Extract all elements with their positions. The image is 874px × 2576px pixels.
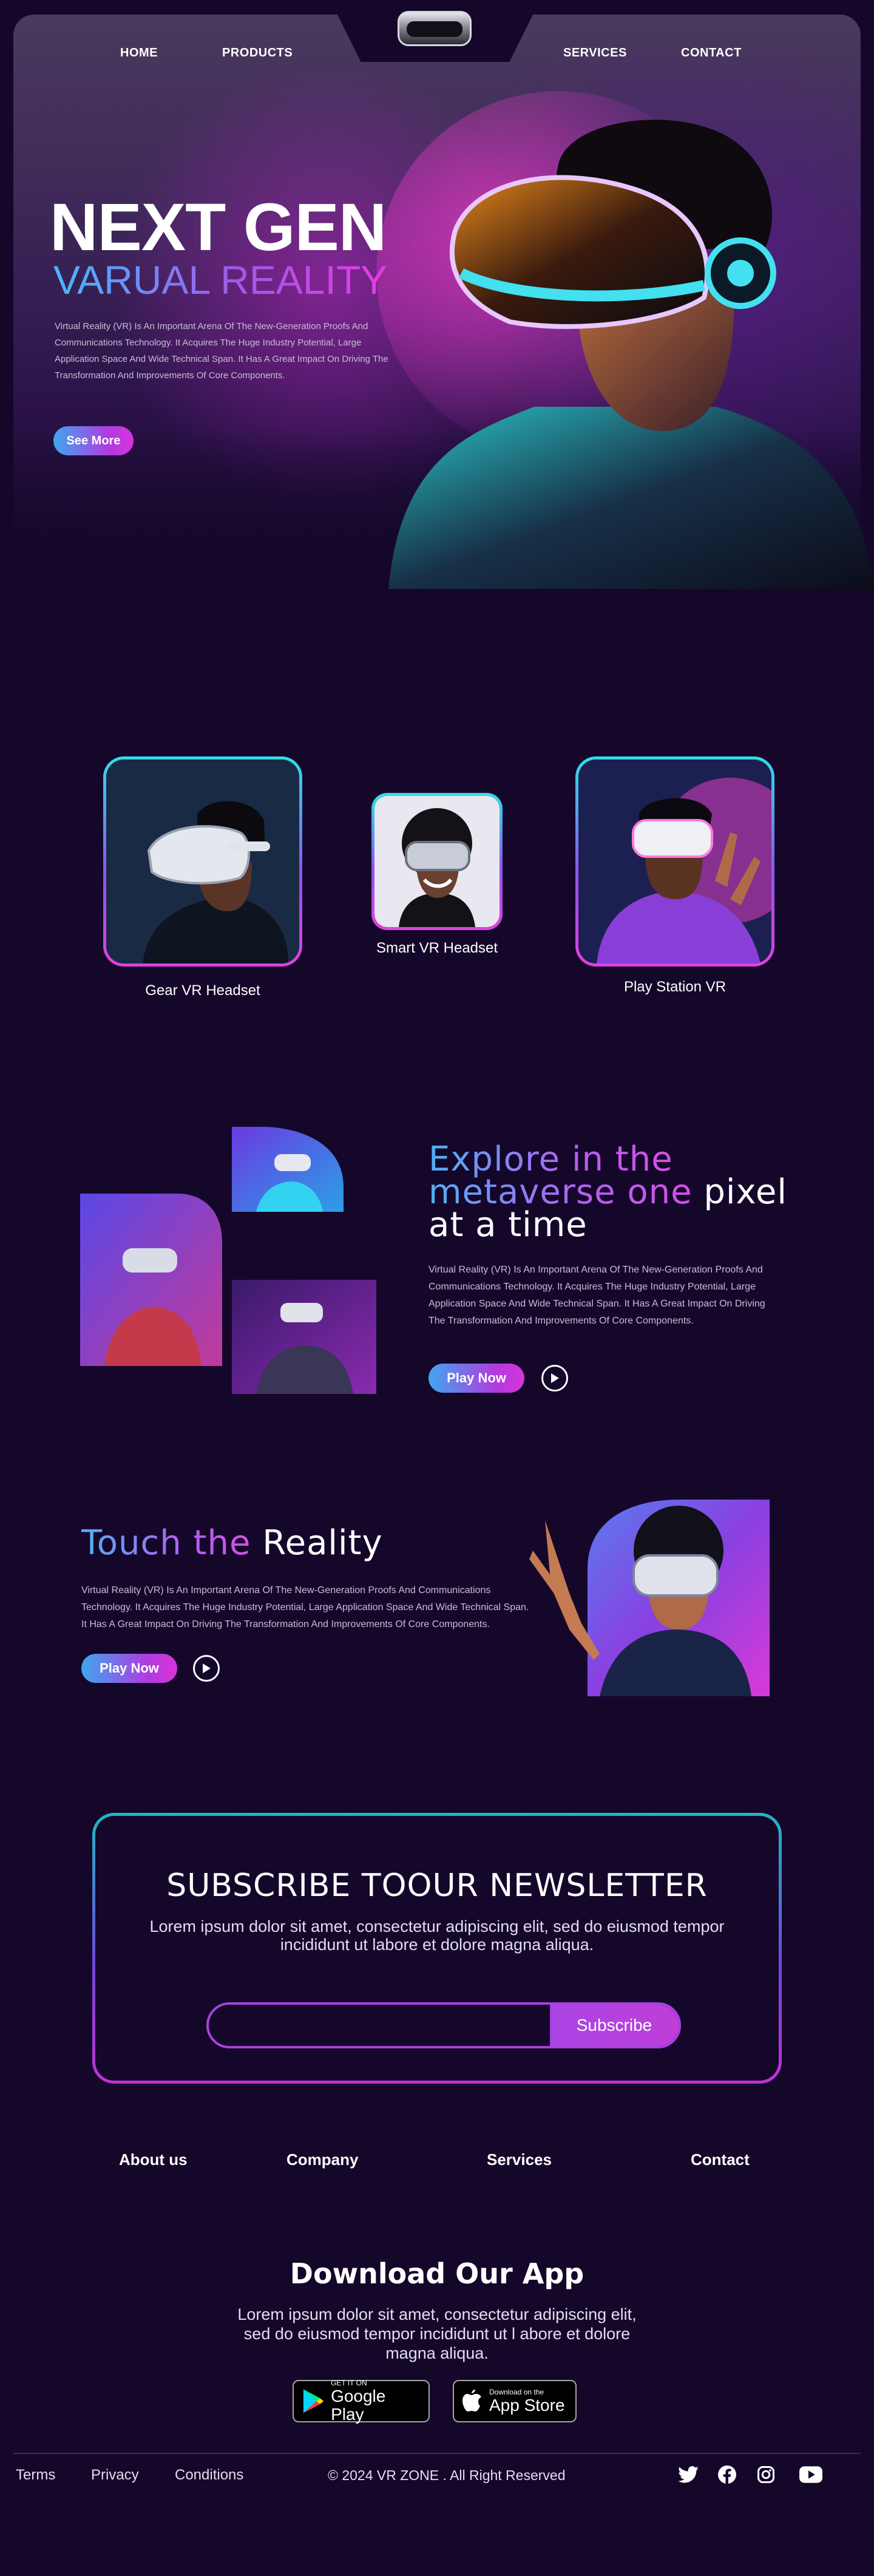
product-card-playstation-vr[interactable] <box>575 756 774 967</box>
nav-services[interactable]: SERVICES <box>563 46 627 60</box>
nav-products[interactable]: PRODUCTS <box>222 46 293 60</box>
product-label-playstation-vr: Play Station VR <box>623 979 727 995</box>
youtube-icon[interactable] <box>799 2462 823 2487</box>
product-card-smart-vr[interactable] <box>371 793 503 930</box>
touch-reality-image <box>529 1500 770 1696</box>
twitter-icon[interactable] <box>676 2462 700 2487</box>
vr-headset-logo[interactable] <box>398 11 472 46</box>
hero-title: NEXT GEN <box>50 190 387 265</box>
footer-divider <box>13 2453 861 2454</box>
google-play-big-text: Google Play <box>331 2387 386 2424</box>
footer-about-link[interactable]: About us <box>119 2150 188 2169</box>
product-label-smart-vr: Smart VR Headset <box>376 940 498 956</box>
footer-services-link[interactable]: Services <box>487 2150 552 2169</box>
conditions-link[interactable]: Conditions <box>175 2467 243 2484</box>
logo-lens <box>407 21 462 37</box>
gear-vr-image <box>106 760 299 963</box>
footer-contact-link[interactable]: Contact <box>691 2150 750 2169</box>
facebook-icon[interactable] <box>715 2462 739 2487</box>
copyright-text: © 2024 VR ZONE . All Right Reserved <box>328 2467 566 2483</box>
google-play-icon <box>303 2389 324 2413</box>
terms-link[interactable]: Terms <box>16 2467 55 2484</box>
touch-title-part1: Touch the <box>81 1523 251 1563</box>
smart-vr-image <box>374 796 500 927</box>
explore-image-collage <box>80 1127 376 1394</box>
explore-title-part3: pixel <box>703 1172 787 1212</box>
explore-title-line1: Explore in the <box>429 1143 673 1177</box>
google-play-button[interactable]: GET IT ON Google Play <box>293 2379 430 2424</box>
product-card-gear-vr[interactable] <box>103 756 302 967</box>
touch-title-part2: Reality <box>262 1523 383 1563</box>
playstation-vr-image <box>578 760 771 963</box>
explore-play-now-button[interactable]: Play Now <box>429 1364 524 1393</box>
instagram-icon[interactable] <box>754 2462 778 2487</box>
touch-title: Touch the Reality <box>81 1526 383 1560</box>
hero-subtitle: VARUAL REALITY <box>53 257 388 302</box>
nav-home[interactable]: HOME <box>120 46 158 60</box>
subscribe-button[interactable]: Subscribe <box>550 2005 679 2046</box>
app-store-small-text: Download on the <box>489 2388 544 2396</box>
footer-company-link[interactable]: Company <box>286 2150 358 2169</box>
hero-description: Virtual Reality (VR) Is An Important Are… <box>55 321 388 381</box>
newsletter-title: SUBSCRIBE TOOUR NEWSLETTER <box>166 1867 708 1904</box>
download-app-description: Lorem ipsum dolor sit amet, consectetur … <box>237 2305 637 2362</box>
product-label-gear-vr: Gear VR Headset <box>145 982 260 999</box>
hero-vr-man-image <box>376 91 874 589</box>
privacy-link[interactable]: Privacy <box>91 2467 139 2484</box>
app-store-button[interactable]: Download on the App Store <box>453 2380 577 2422</box>
explore-description: Virtual Reality (VR) Is An Important Are… <box>429 1265 765 1326</box>
nav-contact[interactable]: CONTACT <box>681 46 742 60</box>
explore-title-line3: at a time <box>429 1208 588 1242</box>
newsletter-description: Lorem ipsum dolor sit amet, consectetur … <box>149 1917 725 1954</box>
touch-description: Virtual Reality (VR) Is An Important Are… <box>81 1585 529 1630</box>
newsletter-email-input[interactable] <box>209 2005 550 2046</box>
explore-title-part4: at a time <box>429 1205 588 1245</box>
explore-play-icon[interactable] <box>541 1365 568 1392</box>
app-store-big-text: App Store <box>489 2396 565 2415</box>
see-more-button[interactable]: See More <box>53 426 134 455</box>
download-app-title: Download Our App <box>290 2257 584 2290</box>
apple-icon <box>462 2390 481 2411</box>
explore-title-line2: metaverse one pixel <box>429 1175 787 1209</box>
touch-play-now-button[interactable]: Play Now <box>81 1654 177 1683</box>
touch-play-icon[interactable] <box>193 1655 220 1682</box>
google-play-small-text: GET IT ON <box>331 2379 367 2387</box>
newsletter-form: Subscribe <box>206 2002 681 2048</box>
